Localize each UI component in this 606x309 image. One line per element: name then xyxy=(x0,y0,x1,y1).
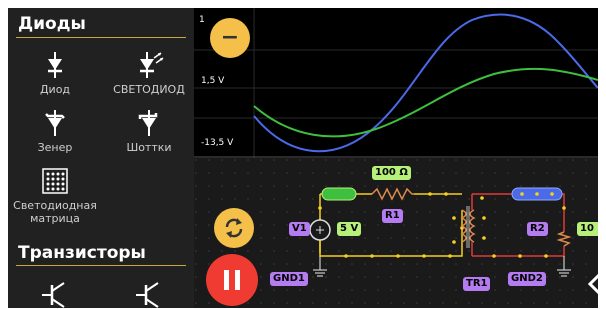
component-label: Светодиодная матрица xyxy=(13,199,97,225)
component-transistor-npn[interactable] xyxy=(10,280,100,308)
pause-button[interactable] xyxy=(206,254,258,306)
section-divider xyxy=(16,265,186,266)
schottky-diode-icon xyxy=(138,110,158,136)
component-transistor-pnp[interactable] xyxy=(104,280,194,308)
v1-value-label: 5 V xyxy=(337,222,362,236)
component-label: Зенер xyxy=(37,141,73,154)
reset-button[interactable] xyxy=(214,208,254,248)
reset-icon xyxy=(225,218,243,238)
component-schottky[interactable]: Шоттки xyxy=(104,108,194,154)
section-title-diodes: Диоды xyxy=(18,14,86,34)
r2-label: R2 xyxy=(527,222,548,236)
chevron-left-icon xyxy=(587,273,598,295)
green-trace xyxy=(253,67,598,138)
component-label: Шоттки xyxy=(126,141,172,154)
back-button[interactable] xyxy=(586,272,598,302)
pnp-transistor-icon xyxy=(136,282,159,308)
component-led[interactable]: СВЕТОДИОД xyxy=(104,50,194,96)
v1-label: V1 xyxy=(289,222,310,236)
npn-transistor-icon xyxy=(42,282,65,308)
diode-icon xyxy=(48,52,62,78)
component-diode[interactable]: Диод xyxy=(10,50,100,96)
r1-label: R1 xyxy=(382,209,403,223)
blue-trace xyxy=(253,13,598,153)
component-led-matrix[interactable]: Светодиодная матрица xyxy=(10,166,100,225)
zoom-out-button[interactable]: − xyxy=(210,18,250,58)
gnd1-label: GND1 xyxy=(270,272,308,286)
app-window: Диоды Диод СВЕТОДИОД Зенер Шоттки Светод… xyxy=(8,8,598,308)
led-matrix-icon xyxy=(42,168,68,194)
workspace: 1 1,5 V -13,5 V − 100 Ω R1 V1 5 V R2 10 … xyxy=(194,8,598,308)
component-zener[interactable]: Зенер xyxy=(10,108,100,154)
r2-value-label: 10 kΩ xyxy=(577,222,598,236)
minus-icon: − xyxy=(220,25,240,50)
led-icon xyxy=(140,52,164,78)
r1-value-label: 100 Ω xyxy=(372,166,411,180)
zener-diode-icon xyxy=(45,110,65,136)
pause-icon xyxy=(224,270,240,290)
section-divider xyxy=(16,37,186,38)
component-palette: Диоды Диод СВЕТОДИОД Зенер Шоттки Светод… xyxy=(8,8,194,308)
component-label: СВЕТОДИОД xyxy=(113,83,185,96)
oscilloscope-graph xyxy=(194,8,598,158)
tr1-label: TR1 xyxy=(463,277,491,291)
section-title-transistors: Транзисторы xyxy=(18,243,146,263)
component-label: Диод xyxy=(39,83,71,96)
oscilloscope-panel[interactable]: 1 1,5 V -13,5 V − xyxy=(194,8,598,158)
gnd2-label: GND2 xyxy=(508,272,546,286)
